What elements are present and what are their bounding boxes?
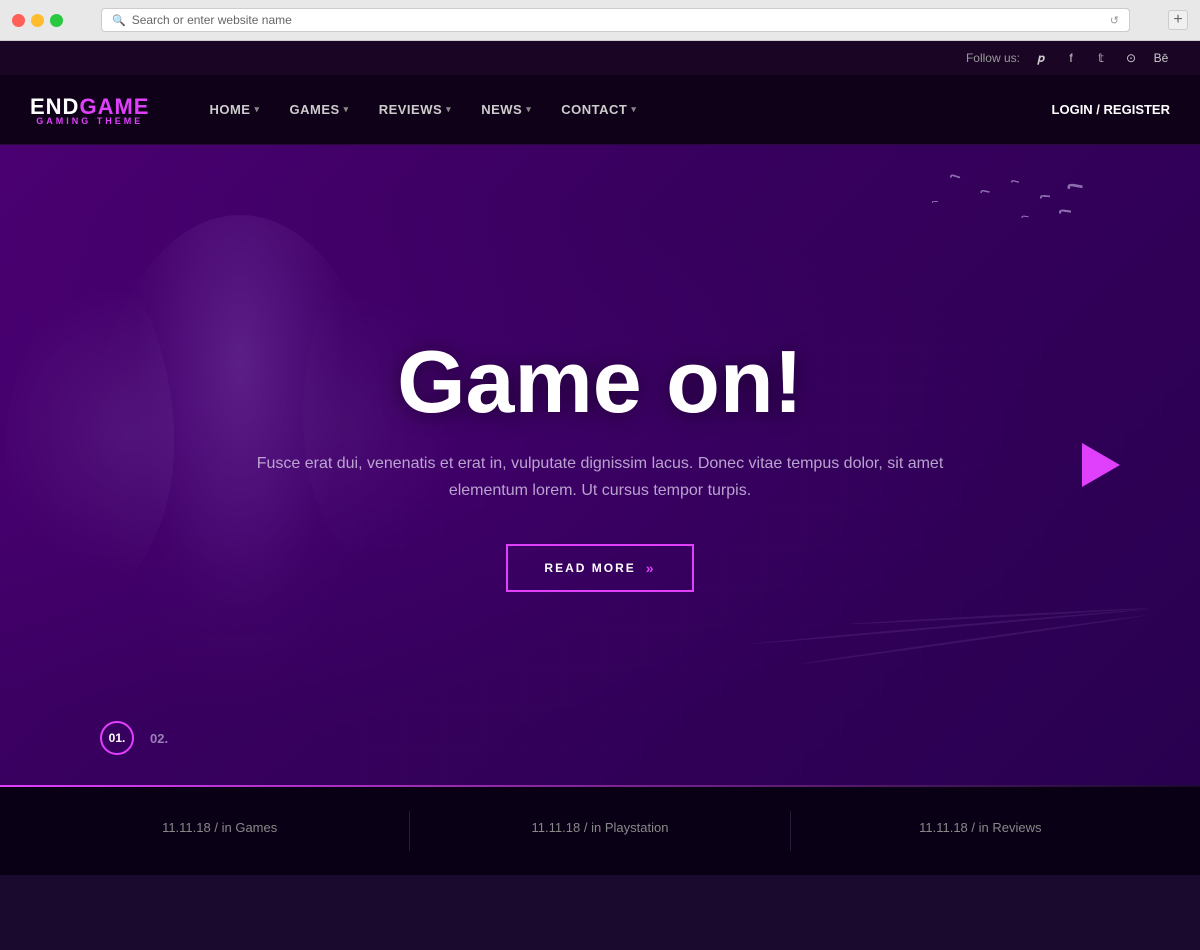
in-label-2: / in <box>584 820 605 835</box>
website-content: Follow us: 𝒑 f 𝕥 ⊙ Bē ENDGAME GAMING THE… <box>0 41 1200 950</box>
address-text: Search or enter website name <box>132 13 1104 27</box>
hero-subtitle: Fusce erat dui, venenatis et erat in, vu… <box>240 450 960 504</box>
logo-game: GAME <box>79 94 149 119</box>
bottom-bar: 11.11.18 / in Games 11.11.18 / in Playst… <box>0 787 1200 875</box>
bird-6 <box>1021 215 1028 219</box>
in-label-1: / in <box>214 820 235 835</box>
nav-item-contact[interactable]: Contact ▾ <box>561 102 636 117</box>
cta-label: READ MORE <box>544 561 635 575</box>
follow-label: Follow us: <box>966 51 1020 65</box>
facebook-icon[interactable]: f <box>1062 49 1080 67</box>
date-value-3: 11.11.18 <box>919 820 968 835</box>
slide-indicator-1[interactable]: 01. <box>100 721 134 755</box>
chevron-down-icon: ▾ <box>254 104 259 115</box>
bridge-line-1 <box>750 608 1149 645</box>
nav-label-contact: Contact <box>561 102 627 117</box>
hero-title: Game on! <box>240 338 960 426</box>
reload-icon[interactable]: ↺ <box>1110 14 1119 27</box>
nav-label-news: News <box>481 102 522 117</box>
bottom-item-reviews: 11.11.18 / in Reviews <box>791 820 1170 843</box>
logo-end: END <box>30 94 79 119</box>
new-tab-button[interactable]: + <box>1168 10 1188 30</box>
category-games[interactable]: Games <box>235 820 277 835</box>
nav-label-reviews: Reviews <box>379 102 442 117</box>
play-triangle-icon <box>1082 443 1120 487</box>
traffic-lights <box>12 14 63 27</box>
nav-item-news[interactable]: News ▾ <box>481 102 531 117</box>
search-icon: 🔍 <box>112 14 126 27</box>
pinterest-icon[interactable]: 𝒑 <box>1032 49 1050 67</box>
chevron-right-icon: » <box>646 560 656 576</box>
chevron-down-icon: ▾ <box>344 104 349 115</box>
bird-1 <box>1067 183 1083 192</box>
maximize-button-traffic[interactable] <box>50 14 63 27</box>
login-register-button[interactable]: Login / Register <box>1052 102 1170 117</box>
address-bar[interactable]: 🔍 Search or enter website name ↺ <box>101 8 1130 32</box>
chevron-down-icon: ▾ <box>526 104 531 115</box>
in-label-3: / in <box>971 820 992 835</box>
nav-label-home: Home <box>209 102 250 117</box>
nav-item-reviews[interactable]: Reviews ▾ <box>379 102 452 117</box>
birds-decoration <box>800 175 1100 275</box>
minimize-button-traffic[interactable] <box>31 14 44 27</box>
slide-indicators: 01. 02. <box>100 721 168 755</box>
twitter-icon[interactable]: 𝕥 <box>1092 49 1110 67</box>
bottom-item-playstation: 11.11.18 / in Playstation <box>410 820 789 843</box>
top-bar: Follow us: 𝒑 f 𝕥 ⊙ Bē <box>0 41 1200 75</box>
bird-4 <box>1059 209 1072 215</box>
date-value-2: 11.11.18 <box>532 820 581 835</box>
date-value-1: 11.11.18 <box>162 820 211 835</box>
bird-5 <box>980 189 990 194</box>
bottom-date-1: 11.11.18 / in Games <box>30 820 409 835</box>
bottom-date-3: 11.11.18 / in Reviews <box>791 820 1170 835</box>
instagram-icon[interactable]: ⊙ <box>1122 49 1140 67</box>
nav-label-games: Games <box>289 102 339 117</box>
nav-links: Home ▾ Games ▾ Reviews ▾ News ▾ Contact … <box>209 102 1051 117</box>
category-reviews[interactable]: Reviews <box>992 820 1041 835</box>
nav-item-games[interactable]: Games ▾ <box>289 102 348 117</box>
chevron-down-icon: ▾ <box>446 104 451 115</box>
logo-subtitle: GAMING THEME <box>30 116 149 126</box>
bird-8 <box>932 201 938 204</box>
bottom-item-games: 11.11.18 / in Games <box>30 820 409 843</box>
behance-icon[interactable]: Bē <box>1152 49 1170 67</box>
bird-2 <box>1040 195 1050 200</box>
nav-item-home[interactable]: Home ▾ <box>209 102 259 117</box>
hero-content: Game on! Fusce erat dui, venenatis et er… <box>220 338 980 592</box>
category-playstation[interactable]: Playstation <box>605 820 669 835</box>
bird-7 <box>950 174 961 181</box>
logo[interactable]: ENDGAME GAMING THEME <box>30 94 149 126</box>
bottom-date-2: 11.11.18 / in Playstation <box>410 820 789 835</box>
browser-chrome: 🔍 Search or enter website name ↺ + <box>0 0 1200 41</box>
hero-section: Game on! Fusce erat dui, venenatis et er… <box>0 145 1200 785</box>
close-button-traffic[interactable] <box>12 14 25 27</box>
chevron-down-icon: ▾ <box>631 104 636 115</box>
bridge-line-2 <box>800 614 1147 665</box>
slide-indicator-2[interactable]: 02. <box>150 731 168 746</box>
read-more-button[interactable]: READ MORE » <box>506 544 693 592</box>
navbar: ENDGAME GAMING THEME Home ▾ Games ▾ Revi… <box>0 75 1200 145</box>
play-button[interactable] <box>1082 443 1120 487</box>
bird-3 <box>1011 179 1020 184</box>
